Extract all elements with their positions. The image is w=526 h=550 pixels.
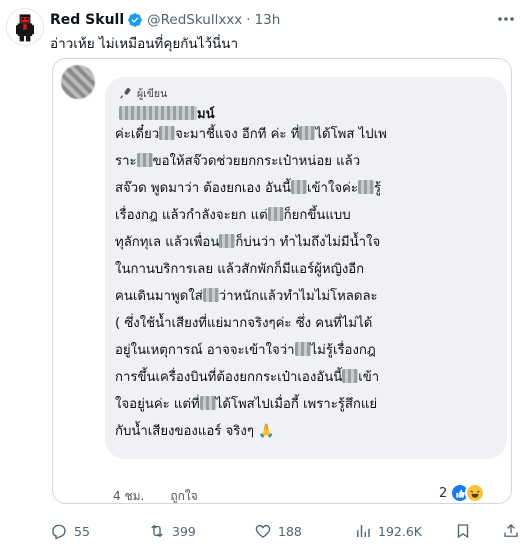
commenter-name-suffix: มน์ [197, 107, 215, 122]
like-button[interactable]: 188 [254, 520, 302, 542]
tweet-header: Red Skull @RedSkullxxx · 13h [50, 10, 280, 30]
reply-icon [52, 524, 66, 540]
views-count: 192.6K [378, 523, 422, 539]
comment-line: การขึ้นเครื่องบินที่ต้องยกกระเป๋าเองอันน… [115, 369, 380, 385]
comment-line: ทุลักทุเล แล้วเพื่อน ก็บ่นว่า ทำไมถึงไม่ม… [115, 234, 381, 250]
tweet-text: อ่าวเห้ย ไม่เหมือนที่คุยกันไว้นี่นา [50, 36, 239, 52]
retweet-count: 399 [172, 523, 196, 539]
like-count: 188 [278, 523, 302, 539]
bookmark-button[interactable] [454, 520, 472, 542]
tweet-media-screenshot[interactable]: ผู้เขียน มน์ ค่ะเดี๋ยว จะมาชี้แจง อีกที ค… [52, 58, 512, 504]
redacted-word [290, 180, 307, 194]
comment-line: ราะ ขอให้สจ๊วดช่วยยกกระเป๋าหน่อย แล้ว [115, 153, 361, 169]
blurred-commenter-avatar [61, 65, 95, 99]
author-badge-row: ผู้เขียน [119, 85, 167, 101]
heart-icon [255, 524, 271, 538]
views-button[interactable]: 192.6K [354, 520, 422, 542]
redacted-word [219, 234, 236, 248]
reply-count: 55 [74, 523, 90, 539]
redacted-name [119, 106, 197, 120]
reaction-summary: 2 [439, 483, 486, 503]
redacted-word [159, 126, 176, 140]
redacted-word [136, 153, 153, 167]
redacted-word [267, 207, 284, 221]
timestamp[interactable]: 13h [255, 12, 281, 28]
redacted-word [357, 180, 374, 194]
retweet-button[interactable]: 399 [148, 520, 196, 542]
retweet-icon [151, 524, 163, 538]
comment-time: 4 ชม. [113, 489, 145, 503]
laughing-reaction-icon [465, 483, 486, 503]
avatar[interactable] [6, 8, 44, 46]
tweet-action-bar: 55 399 188 192.6K [50, 520, 522, 542]
redacted-word [342, 369, 359, 383]
redacted-word [199, 396, 216, 410]
reply-button[interactable]: 55 [50, 520, 90, 542]
redacted-word [299, 126, 316, 140]
handle[interactable]: @RedSkullxxx [147, 12, 242, 28]
share-icon [504, 524, 518, 537]
views-chart-icon [357, 525, 370, 537]
verified-badge-icon [128, 13, 142, 27]
display-name[interactable]: Red Skull [50, 12, 124, 28]
more-options-icon[interactable] [496, 12, 516, 26]
tweet: Red Skull @RedSkullxxx · 13h อ่าวเห้ย ไม… [0, 0, 526, 550]
reaction-count: 2 [439, 485, 448, 501]
comment-line: ค่ะเดี๋ยว จะมาชี้แจง อีกที ค่ะ ที่ ได้โพส … [115, 126, 387, 142]
comment-like-link: ถูกใจ [170, 489, 198, 503]
microphone-icon [120, 88, 131, 99]
red-skull-avatar-icon [7, 9, 43, 45]
comment-line: เรื่องกฎ แล้วกำลังจะยก แต่ ก็ยกขึ้นแบบ [115, 207, 351, 223]
comment-meta-row: 4 ชม. ถูกใจ [113, 487, 198, 503]
redacted-word [294, 342, 311, 356]
bookmark-icon [457, 524, 469, 539]
separator-dot: · [246, 12, 251, 28]
comment-line: กับน้ำเสียงของแอร์ จริงๆ 🙏 [115, 424, 275, 439]
comment-bubble: ผู้เขียน มน์ ค่ะเดี๋ยว จะมาชี้แจง อีกที ค… [105, 77, 507, 459]
share-button[interactable] [502, 520, 520, 542]
comment-line: ในกานบริการเลย แล้วสักพักก็มีแอร์ผู้หญิง… [115, 262, 365, 277]
redacted-word [202, 288, 219, 302]
commenter-name: มน์ [119, 103, 214, 124]
comment-line: ( ซึ่งใช้น้ำเสียงที่แย่มากจริงๆค่ะ ซึ่ง … [115, 316, 373, 331]
comment-line: คนเดินมาพูดใส่ ว่าหนักแล้วทำไมไม่โหลดละ [115, 288, 378, 304]
comment-line: สจ๊วด พูดมาว่า ต้องยกเอง อันนี้ เข้าใจค่ะ… [115, 180, 382, 196]
comment-line: ใจอยู่นค่ะ แต่ที่ ได้โพสไปเมื่อกี้ เพราะร… [115, 396, 378, 412]
comment-line: อยู่ในเหตุการณ์ อาจจะเข้าใจว่า ไม่รู้เรื่… [115, 342, 376, 358]
author-badge-label: ผู้เขียน [137, 87, 168, 100]
